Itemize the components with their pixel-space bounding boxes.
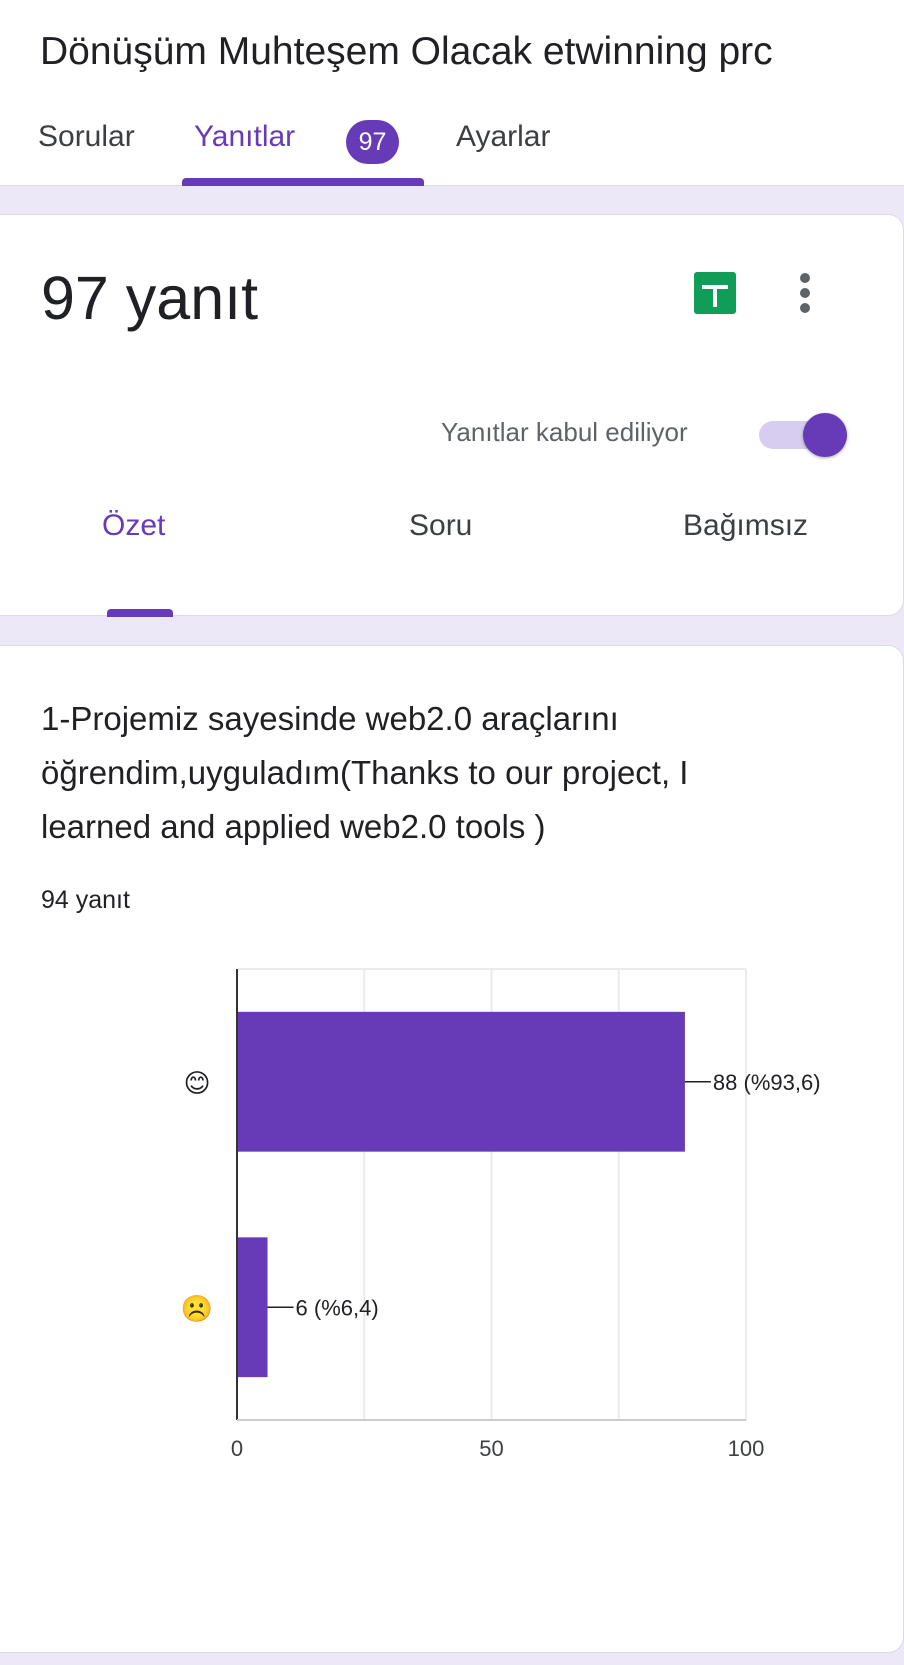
responses-count-badge: 97 [346,120,399,164]
total-responses-count: 97 yanıt [41,264,259,332]
accepting-responses-toggle[interactable] [759,413,851,457]
chart-data-label: 88 (%93,6) [713,1070,821,1095]
responses-summary-card: 97 yanıt Yanıtlar kabul ediliyor Özet So… [0,214,904,617]
question-summary-card: 1-Projemiz sayesinde web2.0 araçlarını ö… [0,645,904,1653]
accepting-responses-label: Yanıtlar kabul ediliyor [441,417,688,447]
tab-summary[interactable]: Özet [102,509,165,543]
active-tab-indicator [182,178,424,186]
form-title: Dönüşüm Muhteşem Olacak etwinning prc [40,30,773,73]
tab-settings[interactable]: Ayarlar [456,120,550,154]
google-sheets-icon[interactable] [694,272,736,314]
response-bar-chart: 88 (%93,6) 😊 6 (%6,4) ☹️ 0 50 100 [181,968,821,1461]
more-options-icon[interactable] [795,271,815,315]
chart-x-tick-label: 50 [479,1436,503,1461]
chart-x-tick-label: 0 [231,1436,243,1461]
active-subtab-indicator [107,609,173,617]
tab-question[interactable]: Soru [409,509,472,543]
chart-bar [237,1237,268,1378]
chart-x-tick-label: 100 [728,1436,765,1461]
chart-data-label: 6 (%6,4) [296,1295,379,1320]
question-title: 1-Projemiz sayesinde web2.0 araçlarını ö… [41,700,689,845]
tab-individual[interactable]: Bağımsız [683,509,808,543]
chart-category-label: ☹️ [181,1293,213,1323]
chart-bar [237,1011,685,1152]
app-header: Dönüşüm Muhteşem Olacak etwinning prc So… [0,0,904,186]
question-response-count: 94 yanıt [41,886,130,914]
tab-questions[interactable]: Sorular [38,120,135,154]
toggle-thumb [803,413,847,457]
chart-category-label: 😊 [183,1068,210,1098]
tab-responses[interactable]: Yanıtlar [194,120,295,154]
